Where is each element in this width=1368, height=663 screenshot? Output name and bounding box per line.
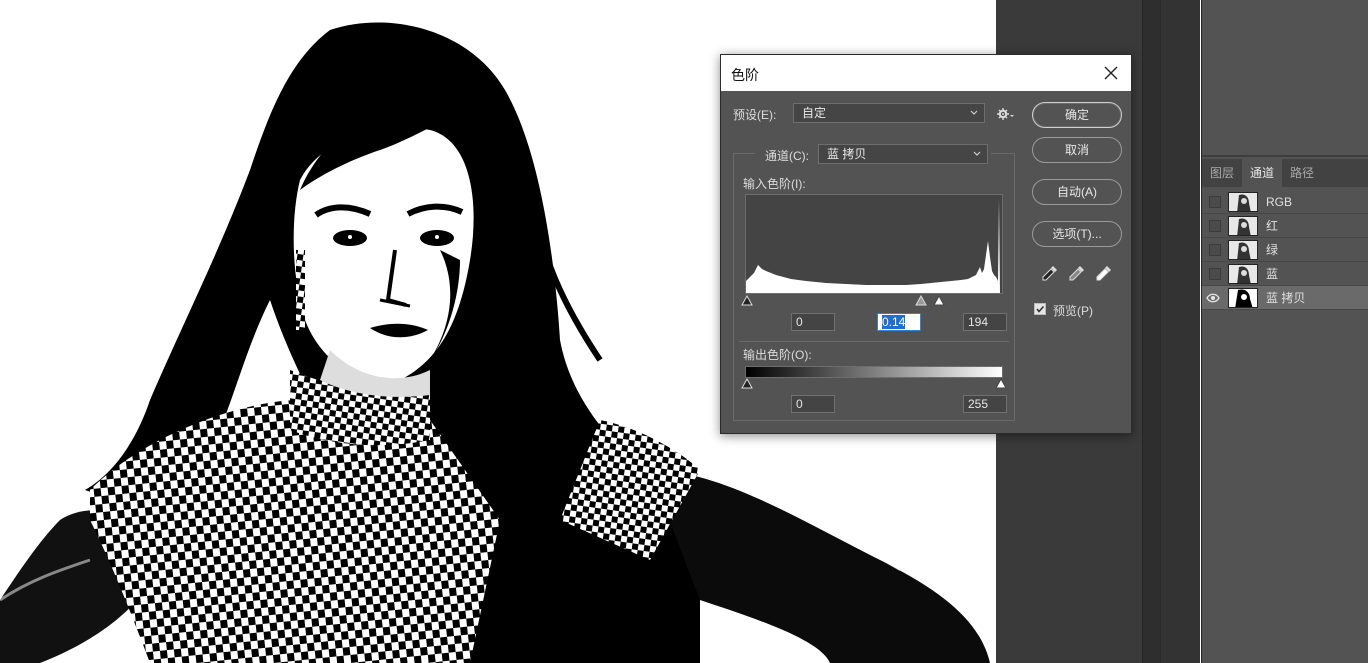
channel-name: RGB [1266, 194, 1293, 209]
tab-channels[interactable]: 通道 [1242, 159, 1283, 187]
preset-value: 自定 [802, 106, 827, 120]
input-black-field[interactable]: 0 [791, 313, 835, 331]
channels-panel: 图层 通道 路径 RGB 红 绿 蓝 蓝 拷贝 [1201, 0, 1368, 663]
chevron-down-icon [970, 110, 978, 115]
close-icon[interactable] [1101, 63, 1121, 83]
channel-thumbnail [1228, 191, 1258, 212]
channel-row-blue-copy[interactable]: 蓝 拷贝 [1202, 286, 1368, 310]
preview-label[interactable]: 预览(P) [1053, 302, 1093, 319]
group-frame-top-right [991, 153, 1015, 154]
preset-select[interactable]: 自定 [793, 103, 985, 123]
input-black-slider[interactable] [741, 295, 753, 306]
options-button[interactable]: 选项(T)... [1032, 221, 1122, 247]
channel-thumbnail [1228, 215, 1258, 236]
section-divider [739, 341, 1009, 342]
panel-icon-strip [1160, 0, 1200, 663]
upper-panel-area [1202, 0, 1368, 157]
visibility-toggle[interactable] [1202, 214, 1224, 238]
visibility-toggle[interactable] [1202, 286, 1224, 310]
levels-dialog: 色阶 预设(E): 自定 通道(C): 蓝 拷贝 输入色阶(I): 0 0.14… [720, 54, 1132, 434]
chevron-down-icon [973, 151, 981, 156]
channel-thumbnail [1228, 287, 1258, 308]
histogram [745, 194, 1003, 294]
panel-tabs: 图层 通道 路径 [1202, 159, 1368, 187]
channel-name: 蓝 [1266, 267, 1279, 281]
output-black-field[interactable]: 0 [791, 395, 835, 413]
input-white-field[interactable]: 194 [963, 313, 1007, 331]
visibility-toggle[interactable] [1202, 190, 1224, 214]
input-levels-label: 输入色阶(I): [743, 177, 806, 191]
channel-name: 红 [1266, 219, 1279, 233]
channel-select[interactable]: 蓝 拷贝 [818, 144, 988, 164]
output-white-slider[interactable] [995, 378, 1007, 389]
channel-label: 通道(C): [765, 149, 809, 163]
input-white-slider[interactable] [933, 295, 945, 306]
output-gradient-bar [745, 366, 1003, 378]
auto-button[interactable]: 自动(A) [1032, 179, 1122, 205]
preview-checkbox[interactable] [1034, 303, 1046, 315]
gray-eyedropper-icon[interactable] [1068, 264, 1086, 282]
input-gamma-value: 0.14 [882, 315, 906, 329]
channel-row-green[interactable]: 绿 [1202, 238, 1368, 262]
tab-paths[interactable]: 路径 [1282, 159, 1322, 187]
gear-icon[interactable] [997, 107, 1015, 121]
white-eyedropper-icon[interactable] [1095, 264, 1113, 282]
channel-row-red[interactable]: 红 [1202, 214, 1368, 238]
group-frame-top-left [733, 153, 755, 154]
tab-layers[interactable]: 图层 [1202, 159, 1242, 187]
visibility-toggle[interactable] [1202, 238, 1224, 262]
output-levels-label: 输出色阶(O): [743, 348, 812, 362]
black-eyedropper-icon[interactable] [1041, 264, 1059, 282]
output-white-field[interactable]: 255 [963, 395, 1007, 413]
channel-thumbnail [1228, 263, 1258, 284]
channel-name: 蓝 拷贝 [1266, 291, 1306, 305]
input-gamma-slider[interactable] [915, 295, 927, 306]
input-gamma-field[interactable]: 0.14 [877, 313, 921, 331]
channel-value: 蓝 拷贝 [827, 147, 867, 161]
ok-button[interactable]: 确定 [1032, 102, 1122, 128]
channel-row-blue[interactable]: 蓝 [1202, 262, 1368, 286]
dialog-titlebar[interactable]: 色阶 [721, 55, 1131, 91]
visibility-toggle[interactable] [1202, 262, 1224, 286]
eye-icon [1206, 293, 1220, 302]
dialog-title: 色阶 [731, 67, 759, 83]
channel-name: 绿 [1266, 243, 1279, 257]
checkbox-checked-icon [1036, 305, 1045, 313]
channel-row-rgb[interactable]: RGB [1202, 190, 1368, 214]
cancel-button[interactable]: 取消 [1032, 137, 1122, 163]
channel-thumbnail [1228, 239, 1258, 260]
preset-label: 预设(E): [733, 108, 777, 122]
output-black-slider[interactable] [741, 378, 753, 389]
panel-dock-strip [1142, 0, 1160, 663]
